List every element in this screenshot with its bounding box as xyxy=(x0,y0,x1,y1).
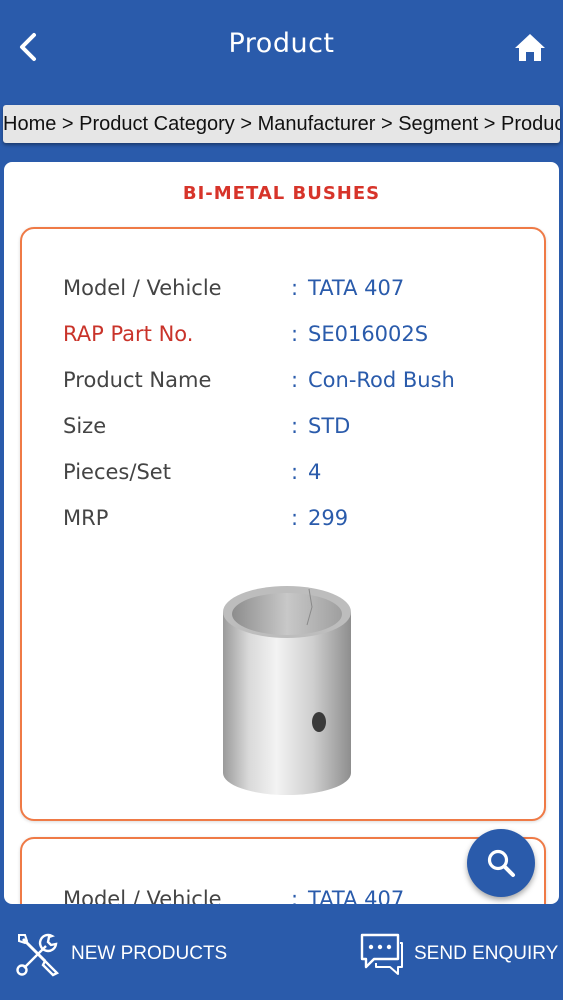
detail-value: Con-Rod Bush xyxy=(308,368,455,392)
detail-separator: : xyxy=(291,887,299,904)
search-button[interactable] xyxy=(467,829,535,897)
detail-value: TATA 407 xyxy=(308,276,405,300)
detail-row-pieces: Pieces/Set : 4 xyxy=(63,460,533,490)
home-icon xyxy=(515,34,545,61)
detail-value: 4 xyxy=(308,460,322,484)
detail-separator: : xyxy=(291,322,299,346)
search-icon xyxy=(487,849,515,877)
detail-label: Model / Vehicle xyxy=(63,887,222,904)
chat-bubble-icon xyxy=(360,933,403,975)
product-card[interactable]: Model / Vehicle : TATA 407 RAP Part No. … xyxy=(20,227,546,821)
bottom-nav: NEW PRODUCTS SEND ENQUIRY xyxy=(0,906,563,1000)
breadcrumb[interactable]: Home > Product Category > Manufacturer >… xyxy=(3,105,560,143)
home-button[interactable] xyxy=(511,28,549,66)
detail-label: RAP Part No. xyxy=(63,322,194,346)
category-title: BI-METAL BUSHES xyxy=(182,183,381,204)
product-image xyxy=(223,586,351,795)
detail-row-part-no: RAP Part No. : SE016002S xyxy=(63,322,533,352)
tools-icon xyxy=(16,933,60,977)
detail-separator: : xyxy=(291,414,299,438)
detail-separator: : xyxy=(291,368,299,392)
detail-row-model: Model / Vehicle : TATA 407 xyxy=(63,887,533,904)
detail-label: Pieces/Set xyxy=(63,460,171,484)
detail-value: 299 xyxy=(308,506,349,530)
detail-separator: : xyxy=(291,506,299,530)
product-list-panel: BI-METAL BUSHES Model / Vehicle : TATA 4… xyxy=(4,162,559,904)
page-title: Product xyxy=(228,28,335,59)
detail-label: Model / Vehicle xyxy=(63,276,222,300)
detail-separator: : xyxy=(291,460,299,484)
detail-row-product-name: Product Name : Con-Rod Bush xyxy=(63,368,533,398)
app-header: Product xyxy=(0,0,563,100)
new-products-label: NEW PRODUCTS xyxy=(71,943,228,964)
send-enquiry-label: SEND ENQUIRY xyxy=(414,943,559,964)
breadcrumb-text: Home > Product Category > Manufacturer >… xyxy=(3,113,560,135)
detail-label: Size xyxy=(63,414,107,438)
detail-separator: : xyxy=(291,276,299,300)
detail-label: MRP xyxy=(63,506,109,530)
detail-row-mrp: MRP : 299 xyxy=(63,506,533,536)
send-enquiry-button[interactable]: SEND ENQUIRY xyxy=(358,928,558,980)
detail-value: STD xyxy=(308,414,351,438)
new-products-button[interactable]: NEW PRODUCTS xyxy=(15,928,227,980)
detail-value: SE016002S xyxy=(308,322,429,346)
detail-row-size: Size : STD xyxy=(63,414,533,444)
detail-value: TATA 407 xyxy=(308,887,405,904)
detail-label: Product Name xyxy=(63,368,212,392)
detail-row-model: Model / Vehicle : TATA 407 xyxy=(63,276,533,306)
